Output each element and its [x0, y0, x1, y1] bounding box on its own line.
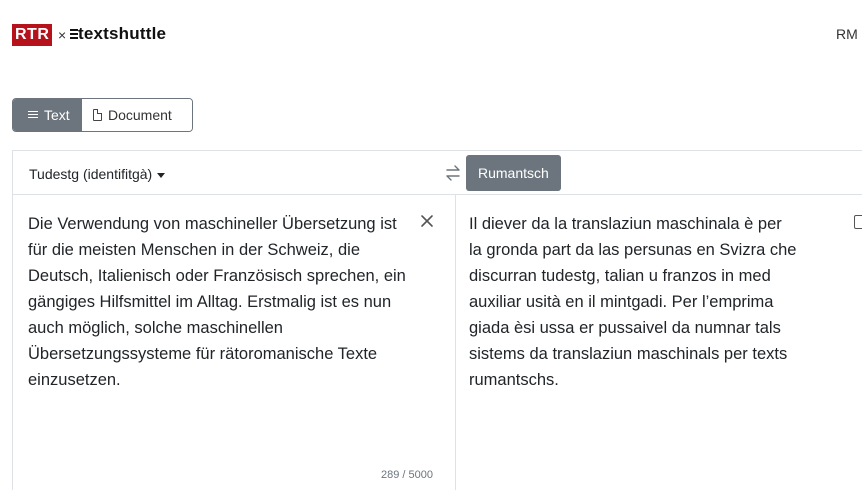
character-count: 289 / 5000 [381, 469, 433, 481]
source-language-label: Tudestg (identifitgà) [29, 166, 153, 182]
swap-arrows-icon[interactable] [444, 164, 462, 182]
mode-toggle-group: Text Document [12, 98, 193, 132]
textshuttle-logo-icon [70, 27, 78, 41]
source-language-select[interactable]: Tudestg (identifitgà) [29, 165, 166, 183]
target-language-button[interactable]: Rumantsch [466, 155, 561, 191]
text-mode-button[interactable]: Text [13, 99, 81, 131]
source-text-input[interactable]: Die Verwendung von maschineller Übersetz… [28, 211, 408, 393]
ui-language-switch[interactable]: RM [836, 25, 858, 43]
source-pane: Die Verwendung von maschineller Übersetz… [13, 195, 455, 490]
page: RTR × textshuttle RM Text Document Tudes… [0, 0, 862, 490]
document-mode-button[interactable]: Document [81, 99, 192, 131]
translation-output: Il diever da la translaziun maschinala è… [469, 215, 797, 389]
rtr-logo[interactable]: RTR [12, 24, 53, 46]
document-icon [93, 109, 102, 121]
language-bar: Tudestg (identifitgà) Rumantsch [13, 151, 862, 195]
target-pane: Il diever da la translaziun maschinala è… [456, 195, 862, 490]
close-icon[interactable] [417, 211, 437, 231]
caret-down-icon [157, 172, 166, 178]
copy-icon[interactable] [854, 215, 862, 229]
app-header: RTR × textshuttle RM [0, 0, 862, 62]
document-mode-label: Document [108, 107, 172, 123]
text-mode-label: Text [44, 107, 70, 123]
logo-separator: × [58, 27, 67, 43]
textshuttle-logo[interactable]: textshuttle [78, 23, 166, 45]
lines-icon [28, 111, 38, 119]
translator-card: Tudestg (identifitgà) Rumantsch Die Verw… [12, 150, 862, 490]
